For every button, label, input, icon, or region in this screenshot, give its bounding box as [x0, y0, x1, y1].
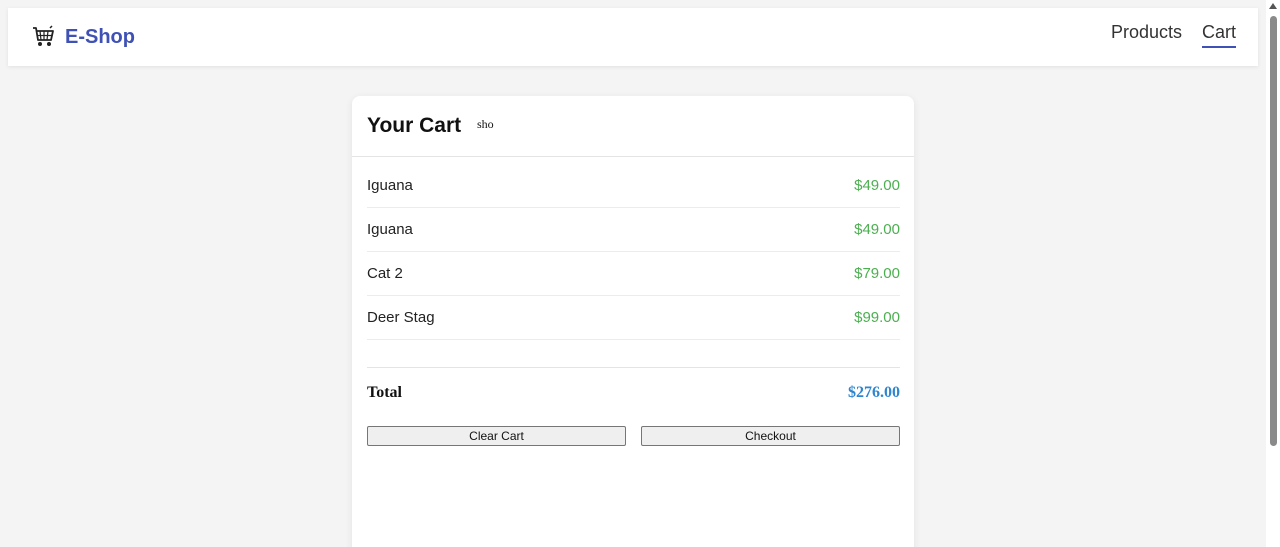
clear-cart-button[interactable]: Clear Cart	[367, 426, 626, 446]
item-price: $49.00	[854, 221, 900, 238]
vertical-scrollbar[interactable]	[1266, 0, 1280, 547]
total-value: $276.00	[848, 384, 900, 401]
item-name: Deer Stag	[367, 309, 435, 326]
main-nav: Products Cart	[1111, 22, 1236, 48]
nav-link-cart[interactable]: Cart	[1201, 22, 1236, 48]
total-label: Total	[367, 384, 402, 401]
cart-item-row: Deer Stag $99.00	[367, 296, 900, 340]
cart-total-row: Total $276.00	[367, 384, 900, 402]
cart-title: Your Cart	[367, 114, 462, 137]
item-name: Cat 2	[367, 265, 403, 282]
nav-link-products[interactable]: Products	[1111, 22, 1182, 48]
item-name: Iguana	[367, 221, 413, 238]
cart-item-row: Iguana $49.00	[367, 208, 900, 252]
brand-name: E-Shop	[65, 25, 135, 48]
cart-items-list: Iguana $49.00 Iguana $49.00 Cat 2 $79.00…	[367, 164, 900, 340]
brand-logo-link[interactable]: E-Shop	[32, 24, 135, 50]
cart-item-row: Cat 2 $79.00	[367, 252, 900, 296]
top-navbar: E-Shop Products Cart	[8, 8, 1258, 66]
cart-card: Your Cart sho Iguana $49.00 Iguana $49.0…	[352, 96, 914, 547]
cart-card-header: Your Cart sho	[352, 96, 914, 157]
scrollbar-thumb[interactable]	[1270, 16, 1277, 446]
item-price: $79.00	[854, 265, 900, 282]
page: E-Shop Products Cart Your Cart sho Iguan…	[0, 0, 1280, 547]
cart-item-row: Iguana $49.00	[367, 164, 900, 208]
checkout-button[interactable]: Checkout	[641, 426, 900, 446]
scroll-up-arrow-icon[interactable]	[1269, 3, 1277, 9]
broken-image-alt-text: sho	[477, 117, 494, 131]
item-name: Iguana	[367, 177, 413, 194]
item-price: $49.00	[854, 177, 900, 194]
total-divider	[367, 367, 900, 368]
shopping-cart-icon	[32, 25, 56, 49]
item-price: $99.00	[854, 309, 900, 326]
